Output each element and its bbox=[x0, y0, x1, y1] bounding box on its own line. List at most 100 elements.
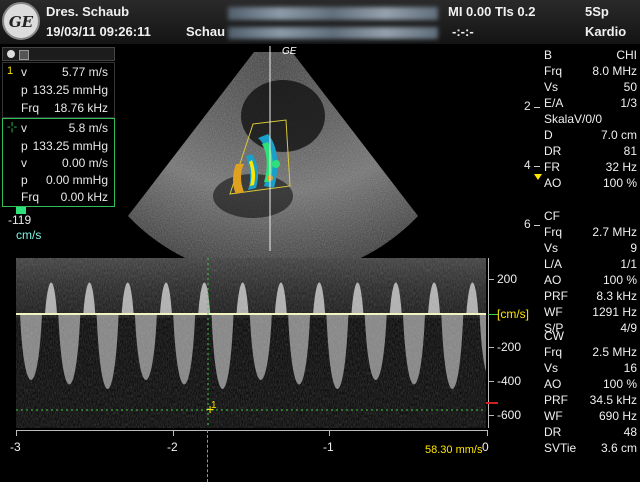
doppler-x-axis bbox=[16, 430, 488, 431]
param-value: 690 Hz bbox=[598, 409, 637, 423]
color-scale-unit: cm/s bbox=[16, 228, 42, 242]
param-value: CHI bbox=[616, 48, 637, 62]
patient-id-redacted bbox=[228, 7, 438, 20]
param-label: WF bbox=[544, 409, 563, 423]
param-label: CW bbox=[544, 329, 564, 343]
exam-datetime: 19/03/11 09:26:11 bbox=[46, 24, 151, 39]
y-tick-label: 200 bbox=[497, 272, 518, 286]
measurement-2-panel[interactable]: -¦- v 5.8 m/s p 133.25 mmHg v 0.00 m/s p… bbox=[2, 118, 115, 207]
sector-ge-label: GE bbox=[282, 46, 297, 57]
param-value: 1/3 bbox=[620, 96, 637, 110]
param-label: DR bbox=[544, 144, 562, 158]
measurement-row: -¦- v 5.8 m/s bbox=[7, 121, 108, 135]
cursor-extension bbox=[207, 430, 209, 482]
param-label: SVTie bbox=[544, 441, 577, 455]
param-label: Vs bbox=[544, 80, 559, 94]
record-icon[interactable] bbox=[7, 50, 15, 58]
x-tick-label: -3 bbox=[10, 440, 21, 454]
measurement-row: 1 v 5.77 m/s bbox=[7, 65, 108, 79]
preset-name: Kardio bbox=[585, 24, 627, 39]
param-value: 3.6 cm bbox=[600, 441, 637, 455]
param-value: 8.3 kHz bbox=[596, 289, 637, 303]
measurement-row: p 133.25 mmHg bbox=[21, 83, 108, 97]
y-tick-label: -200 bbox=[497, 340, 522, 354]
cardiac-chamber bbox=[241, 80, 325, 152]
color-scale-value: -119 bbox=[8, 213, 32, 227]
param-label: WF bbox=[544, 305, 563, 319]
param-value: 32 Hz bbox=[605, 160, 637, 174]
sweep-speed: 58.30 mm/s bbox=[425, 444, 483, 456]
param-value: 8.0 MHz bbox=[592, 64, 637, 78]
param-value: 34.5 kHz bbox=[589, 393, 637, 407]
probe-name: 5Sp bbox=[585, 4, 609, 19]
x-tick bbox=[329, 430, 330, 436]
param-value: 9 bbox=[630, 241, 637, 255]
depth-tick bbox=[534, 107, 540, 108]
depth-mark: 4 bbox=[524, 158, 531, 172]
x-tick-label: 0 bbox=[482, 440, 489, 454]
param-label: AO bbox=[544, 273, 562, 287]
measurement-row: Frq 0.00 kHz bbox=[21, 190, 108, 204]
patient-name-redacted bbox=[228, 27, 438, 39]
param-value: 100 % bbox=[602, 273, 637, 287]
measure-toolbar bbox=[2, 47, 115, 61]
spectral-speckle bbox=[16, 258, 486, 428]
param-value: 81 bbox=[623, 144, 637, 158]
y-axis-unit: [cm/s] bbox=[497, 307, 529, 321]
param-label: AO bbox=[544, 377, 562, 391]
param-value: 7.0 cm bbox=[600, 128, 637, 142]
param-label: PRF bbox=[544, 393, 568, 407]
measurement-1-panel: 1 v 5.77 m/s p 133.25 mmHg Frq 18.76 kHz bbox=[2, 62, 115, 118]
param-value: 100 % bbox=[602, 176, 637, 190]
institution-name: Dres. Schaub bbox=[46, 4, 130, 19]
measurement-row: Frq 18.76 kHz bbox=[21, 101, 108, 115]
y-tick bbox=[488, 381, 494, 382]
x-tick bbox=[16, 430, 17, 436]
param-label: Vs bbox=[544, 241, 559, 255]
top-status-bar: GE Dres. Schaub 19/03/11 09:26:11 Schau … bbox=[0, 0, 640, 44]
window-icon[interactable] bbox=[19, 50, 29, 60]
crosshair-icon: -¦- bbox=[7, 121, 18, 133]
param-value: 16 bbox=[623, 361, 637, 375]
param-label: L/A bbox=[544, 257, 563, 271]
timer-readout: -:-:- bbox=[452, 24, 474, 39]
x-tick bbox=[487, 430, 488, 436]
param-label: D bbox=[544, 128, 553, 142]
b-mode-sector-image: GE bbox=[128, 46, 418, 261]
mi-tis-readout: MI 0.00 TIs 0.2 bbox=[448, 4, 536, 19]
measurement-row: p 0.00 mmHg bbox=[21, 173, 108, 187]
depth-mark: 2 bbox=[524, 99, 531, 113]
depth-tick bbox=[534, 225, 540, 226]
param-label: DR bbox=[544, 425, 562, 439]
x-tick-label: -1 bbox=[323, 440, 334, 454]
param-label: Frq bbox=[544, 225, 562, 239]
param-label: E/A bbox=[544, 96, 564, 110]
param-value: 50 bbox=[623, 80, 637, 94]
param-label: FR bbox=[544, 160, 560, 174]
param-value: 100 % bbox=[602, 377, 637, 391]
cursor-label: 1 bbox=[211, 400, 217, 411]
y-tick-label: -400 bbox=[497, 374, 522, 388]
x-tick bbox=[173, 430, 174, 436]
patient-name: Schau bbox=[186, 24, 226, 39]
measurement-row: p 133.25 mmHg bbox=[21, 139, 108, 153]
y-tick bbox=[488, 347, 494, 348]
param-label: PRF bbox=[544, 289, 568, 303]
cw-doppler-spectrum: + 1 bbox=[16, 258, 486, 428]
param-value: 4/9 bbox=[620, 321, 637, 335]
depth-tick bbox=[534, 166, 540, 167]
param-value: 2.5 MHz bbox=[592, 345, 637, 359]
param-value: 48 bbox=[623, 425, 637, 439]
focus-marker-icon bbox=[534, 174, 542, 180]
param-label: Frq bbox=[544, 345, 562, 359]
ge-logo: GE bbox=[2, 2, 40, 40]
param-label: B bbox=[544, 48, 553, 62]
param-label: Vs bbox=[544, 361, 559, 375]
x-tick-label: -2 bbox=[167, 440, 178, 454]
measurement-row: v 0.00 m/s bbox=[21, 156, 108, 170]
measurement-index: 1 bbox=[7, 65, 14, 77]
y-tick-label: -600 bbox=[497, 408, 522, 422]
depth-mark: 6 bbox=[524, 217, 531, 231]
param-value: 1/1 bbox=[620, 257, 637, 271]
param-label: Frq bbox=[544, 64, 562, 78]
